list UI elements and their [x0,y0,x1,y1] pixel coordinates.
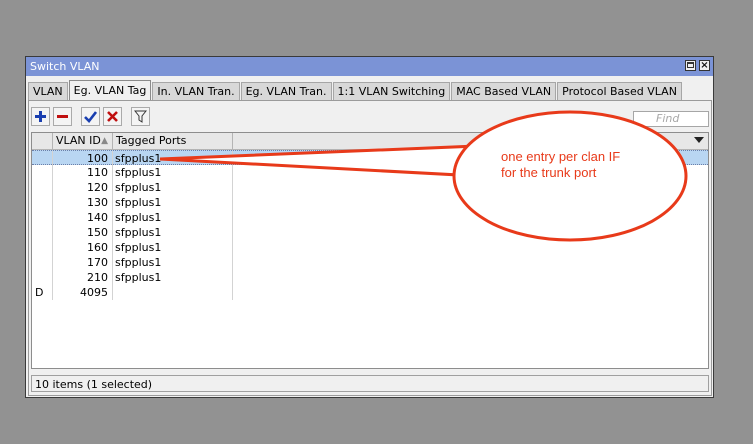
row-flag [32,180,53,195]
tab-panel: Find VLAN ID ▲ Tagged Ports 100 sfpplus1 [28,100,712,396]
tab-1-1-vlan-switching[interactable]: 1:1 VLAN Switching [332,82,451,100]
table-row[interactable]: 130 sfpplus1 [32,195,708,210]
flag-column-header[interactable] [32,133,53,149]
row-vlan-id: 120 [53,180,113,195]
row-tagged-ports: sfpplus1 [113,195,233,210]
tab-eg-vlan-tran[interactable]: Eg. VLAN Tran. [240,82,332,100]
tab-in-vlan-tran[interactable]: In. VLAN Tran. [152,82,240,100]
row-flag: D [32,285,53,300]
row-tagged-ports: sfpplus1 [113,210,233,225]
row-vlan-id: 170 [53,255,113,270]
row-flag [32,255,53,270]
row-flag [32,240,53,255]
row-flag [32,210,53,225]
table-row[interactable]: 120 sfpplus1 [32,180,708,195]
tab-eg-vlan-tag[interactable]: Eg. VLAN Tag [68,80,152,100]
filter-button[interactable] [131,107,150,126]
row-vlan-id: 140 [53,210,113,225]
row-flag [32,151,53,166]
plus-icon [35,111,46,122]
row-flag [32,270,53,285]
title-bar[interactable]: Switch VLAN × [26,57,713,76]
row-vlan-id: 210 [53,270,113,285]
close-button[interactable]: × [699,60,710,71]
row-vlan-id: 100 [53,151,113,166]
table-header: VLAN ID ▲ Tagged Ports [32,133,708,150]
vlan-id-header-label: VLAN ID [56,134,101,147]
table-row[interactable]: 170 sfpplus1 [32,255,708,270]
row-flag [32,165,53,180]
table-row[interactable]: 210 sfpplus1 [32,270,708,285]
row-tagged-ports: sfpplus1 [113,255,233,270]
switch-vlan-window: Switch VLAN × VLAN Eg. VLAN Tag In. VLAN… [25,56,714,398]
row-vlan-id: 4095 [53,285,113,300]
x-icon [107,111,118,122]
window-controls: × [685,60,710,71]
check-icon [84,111,97,123]
row-vlan-id: 160 [53,240,113,255]
row-tagged-ports: sfpplus1 [113,180,233,195]
tab-bar: VLAN Eg. VLAN Tag In. VLAN Tran. Eg. VLA… [28,80,683,100]
table-row[interactable]: D 4095 [32,285,708,300]
add-button[interactable] [31,107,50,126]
callout-line-2: for the trunk port [501,165,597,180]
row-tagged-ports [113,285,233,300]
tab-protocol-based-vlan[interactable]: Protocol Based VLAN [557,82,682,100]
minus-icon [57,115,68,118]
enable-button[interactable] [81,107,100,126]
row-vlan-id: 150 [53,225,113,240]
column-menu-dropdown-icon[interactable] [694,137,704,143]
table-row[interactable]: 140 sfpplus1 [32,210,708,225]
row-tagged-ports: sfpplus1 [113,240,233,255]
tab-mac-based-vlan[interactable]: MAC Based VLAN [451,82,557,100]
window-title: Switch VLAN [30,60,100,73]
vlan-id-column-header[interactable]: VLAN ID ▲ [53,133,113,149]
filter-icon [134,110,147,123]
tab-vlan[interactable]: VLAN [28,82,68,100]
tagged-ports-column-header[interactable]: Tagged Ports [113,133,233,149]
row-tagged-ports: sfpplus1 [113,165,233,180]
table-row[interactable]: 160 sfpplus1 [32,240,708,255]
row-tagged-ports: sfpplus1 [113,225,233,240]
callout-line-1: one entry per clan IF [501,149,621,164]
tagged-ports-header-label: Tagged Ports [116,134,187,147]
row-vlan-id: 130 [53,195,113,210]
row-flag [32,195,53,210]
row-tagged-ports: sfpplus1 [113,151,233,166]
maximize-button[interactable] [685,60,696,71]
row-vlan-id: 110 [53,165,113,180]
callout-text: one entry per clan IF for the trunk port [501,149,651,181]
disable-button[interactable] [103,107,122,126]
remove-button[interactable] [53,107,72,126]
toolbar [31,107,150,126]
status-bar: 10 items (1 selected) [31,375,709,392]
find-input[interactable]: Find [633,111,709,127]
table-row[interactable]: 150 sfpplus1 [32,225,708,240]
row-tagged-ports: sfpplus1 [113,270,233,285]
row-flag [32,225,53,240]
sort-asc-icon: ▲ [101,136,108,146]
